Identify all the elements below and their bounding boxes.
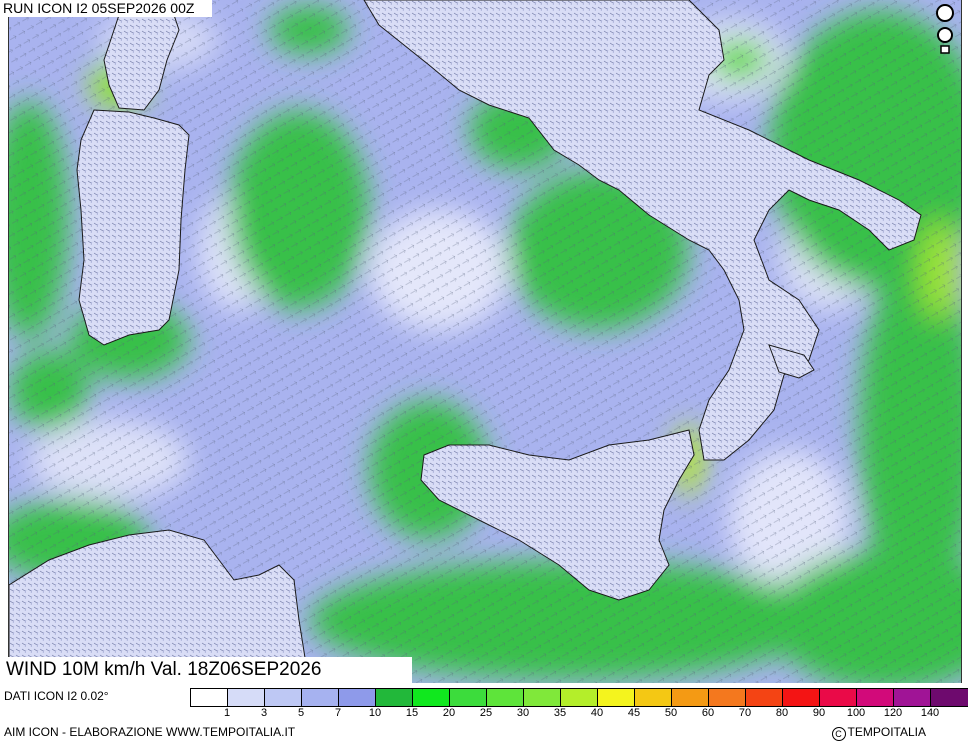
data-source-label: DATI ICON I2 0.02° bbox=[4, 689, 109, 703]
legend-swatch bbox=[487, 689, 524, 706]
credit-label: AIM ICON - ELABORAZIONE WWW.TEMPOITALIA.… bbox=[4, 725, 296, 739]
legend-tick-label: 45 bbox=[627, 707, 641, 719]
legend-tick-label: 60 bbox=[701, 707, 715, 719]
legend-tick-label: 15 bbox=[405, 707, 419, 719]
wind-field-svg bbox=[9, 0, 961, 683]
footer-panel: DATI ICON I2 0.02° 1 3 5 7 10 15 20 25 30 35 40 45 5… bbox=[0, 683, 968, 745]
legend-tick-label: 80 bbox=[775, 707, 789, 719]
legend-swatch bbox=[746, 689, 783, 706]
legend-tick-label: 25 bbox=[479, 707, 493, 719]
map-title: WIND 10M km/h Val. 18Z06SEP2026 bbox=[2, 657, 412, 683]
wind-map bbox=[8, 0, 962, 683]
legend-tick-label: 140 bbox=[920, 707, 940, 719]
legend-tick-label: 70 bbox=[738, 707, 752, 719]
legend-tick-label: 120 bbox=[883, 707, 903, 719]
copyright-icon: C bbox=[831, 727, 846, 741]
legend-swatch bbox=[931, 689, 968, 706]
legend-tick-label: 5 bbox=[297, 707, 305, 719]
run-label: RUN ICON I2 05SEP2026 00Z bbox=[0, 0, 213, 17]
legend-tick-label: 1 bbox=[223, 707, 231, 719]
legend-swatch bbox=[302, 689, 339, 706]
legend-tick-label: 30 bbox=[516, 707, 530, 719]
legend-swatch bbox=[413, 689, 450, 706]
legend-swatch bbox=[228, 689, 265, 706]
legend-tick-label: 10 bbox=[368, 707, 382, 719]
legend-swatch bbox=[894, 689, 931, 706]
legend-swatch bbox=[561, 689, 598, 706]
legend-tick-label: 100 bbox=[846, 707, 866, 719]
legend-tick-label: 3 bbox=[260, 707, 268, 719]
legend-swatch bbox=[820, 689, 857, 706]
legend-swatch bbox=[672, 689, 709, 706]
legend-tick-label: 50 bbox=[664, 707, 678, 719]
copyright-label: C TEMPOITALIA bbox=[831, 725, 926, 741]
legend-tick-label: 35 bbox=[553, 707, 567, 719]
legend-swatch bbox=[265, 689, 302, 706]
legend-swatch bbox=[376, 689, 413, 706]
legend-ticks: 1 3 5 7 10 15 20 25 30 35 40 45 50 60 70 80 90 100 120 140 bbox=[190, 707, 966, 721]
legend-swatch bbox=[635, 689, 672, 706]
legend-swatch bbox=[709, 689, 746, 706]
legend-swatch bbox=[524, 689, 561, 706]
legend-tick-label: 40 bbox=[590, 707, 604, 719]
legend-swatch bbox=[598, 689, 635, 706]
legend-swatch bbox=[450, 689, 487, 706]
legend-swatch bbox=[857, 689, 894, 706]
legend-tick-label: 20 bbox=[442, 707, 456, 719]
legend-tick-label: 90 bbox=[812, 707, 826, 719]
logo-icon bbox=[936, 4, 954, 54]
copyright-text: TEMPOITALIA bbox=[847, 725, 926, 739]
legend-swatch bbox=[783, 689, 820, 706]
legend-swatch bbox=[339, 689, 376, 706]
legend-tick-label: 7 bbox=[334, 707, 342, 719]
color-legend bbox=[190, 688, 968, 707]
legend-swatch bbox=[191, 689, 228, 706]
